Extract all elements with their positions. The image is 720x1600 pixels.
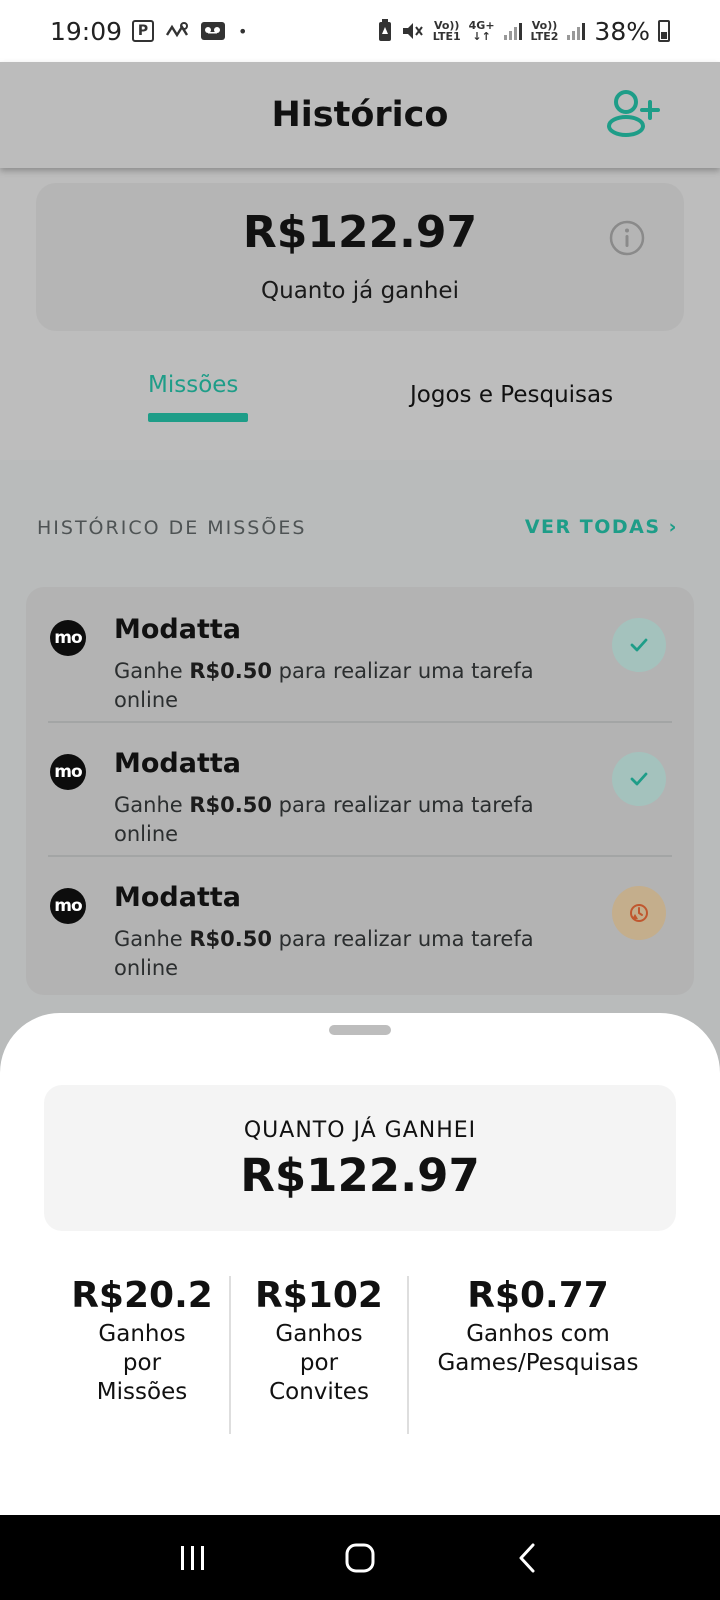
modatta-logo: mo: [50, 620, 86, 656]
mission-reward: R$0.50: [189, 659, 272, 683]
check-icon: [612, 752, 666, 806]
mute-icon: [401, 20, 425, 42]
notification-icon: [164, 21, 190, 41]
total-earnings-card: QUANTO JÁ GANHEI R$122.97: [44, 1085, 676, 1231]
mission-description: Ganhe R$0.50 para realizar uma tarefa on…: [114, 793, 534, 846]
breakdown-label: Ganhos com Games/Pesquisas: [437, 1321, 639, 1376]
mission-name: Modatta: [114, 614, 241, 645]
mission-reward: R$0.50: [189, 927, 272, 951]
lte1-indicator: Vo)) LTE1: [432, 19, 461, 43]
section-title: HISTÓRICO DE MISSÕES: [37, 517, 307, 539]
app-bar: Histórico: [0, 62, 720, 168]
breakdown-missions: R$20.2 Ganhos por Missões: [62, 1275, 222, 1407]
tab-jogos-e-pesquisas[interactable]: Jogos e Pesquisas: [410, 382, 613, 408]
breakdown-label: Ganhos por Convites: [269, 1321, 369, 1405]
breakdown-invites: R$102 Ganhos por Convites: [239, 1275, 399, 1407]
total-label: QUANTO JÁ GANHEI: [243, 1118, 477, 1143]
list-item[interactable]: mo Modatta Ganhe R$0.50 para realizar um…: [26, 587, 694, 723]
breakdown-games: R$0.77 Ganhos com Games/Pesquisas: [418, 1275, 658, 1378]
parking-icon: P: [132, 20, 155, 42]
drag-handle[interactable]: [329, 1025, 391, 1035]
chevron-right-icon: ›: [668, 516, 678, 538]
mission-description: Ganhe R$0.50 para realizar uma tarefa on…: [114, 927, 534, 980]
earnings-bottom-sheet: QUANTO JÁ GANHEI R$122.97: [0, 1013, 720, 1515]
status-time: 19:09: [50, 16, 123, 46]
voicemail-icon: [200, 20, 228, 42]
signal-icon: [503, 21, 523, 41]
see-all-link[interactable]: VER TODAS ›: [525, 516, 678, 538]
mission-name: Modatta: [114, 748, 241, 779]
tab-missoes[interactable]: Missões: [148, 372, 238, 398]
battery-saver-icon: [377, 19, 393, 43]
network-4g-icon: 4G+ ↓↑: [468, 19, 495, 43]
earnings-amount: R$122.97: [242, 207, 478, 258]
breakdown-label: Ganhos por Missões: [96, 1321, 188, 1405]
battery-icon: [658, 20, 670, 42]
active-tab-indicator: [148, 413, 248, 422]
column-divider: [407, 1276, 409, 1434]
status-bar: 19:09 P • Vo)) LTE1 4G+ ↓↑ Vo)) LTE2 38%: [0, 0, 720, 62]
signal-icon: [566, 21, 586, 41]
see-all-label: VER TODAS: [524, 516, 661, 538]
mission-list: mo Modatta Ganhe R$0.50 para realizar um…: [26, 587, 694, 995]
mission-reward: R$0.50: [189, 793, 272, 817]
breakdown-value: R$102: [255, 1275, 383, 1316]
mission-description: Ganhe R$0.50 para realizar uma tarefa on…: [114, 659, 534, 712]
modatta-logo: mo: [50, 888, 86, 924]
breakdown-value: R$20.2: [71, 1275, 213, 1316]
page-title: Histórico: [271, 95, 449, 135]
info-icon[interactable]: [608, 219, 646, 257]
list-item[interactable]: mo Modatta Ganhe R$0.50 para realizar um…: [26, 721, 694, 857]
dot-icon: •: [238, 21, 248, 41]
lte2-indicator: Vo)) LTE2: [530, 19, 559, 43]
back-icon[interactable]: [507, 1538, 547, 1578]
earnings-label: Quanto já ganhei: [261, 278, 459, 304]
total-amount: R$122.97: [240, 1149, 480, 1202]
system-nav-bar: [0, 1515, 720, 1600]
list-item[interactable]: mo Modatta Ganhe R$0.50 para realizar um…: [26, 855, 694, 991]
home-icon[interactable]: [340, 1538, 380, 1578]
earnings-card: R$122.97 Quanto já ganhei: [36, 183, 684, 331]
add-user-icon[interactable]: [606, 88, 662, 140]
breakdown-value: R$0.77: [467, 1275, 609, 1316]
clock-alert-icon: [612, 886, 666, 940]
column-divider: [229, 1276, 231, 1434]
check-icon: [612, 618, 666, 672]
modatta-logo: mo: [50, 754, 86, 790]
recent-apps-icon[interactable]: [173, 1538, 213, 1578]
mission-name: Modatta: [114, 882, 241, 913]
battery-percent: 38%: [594, 16, 650, 46]
